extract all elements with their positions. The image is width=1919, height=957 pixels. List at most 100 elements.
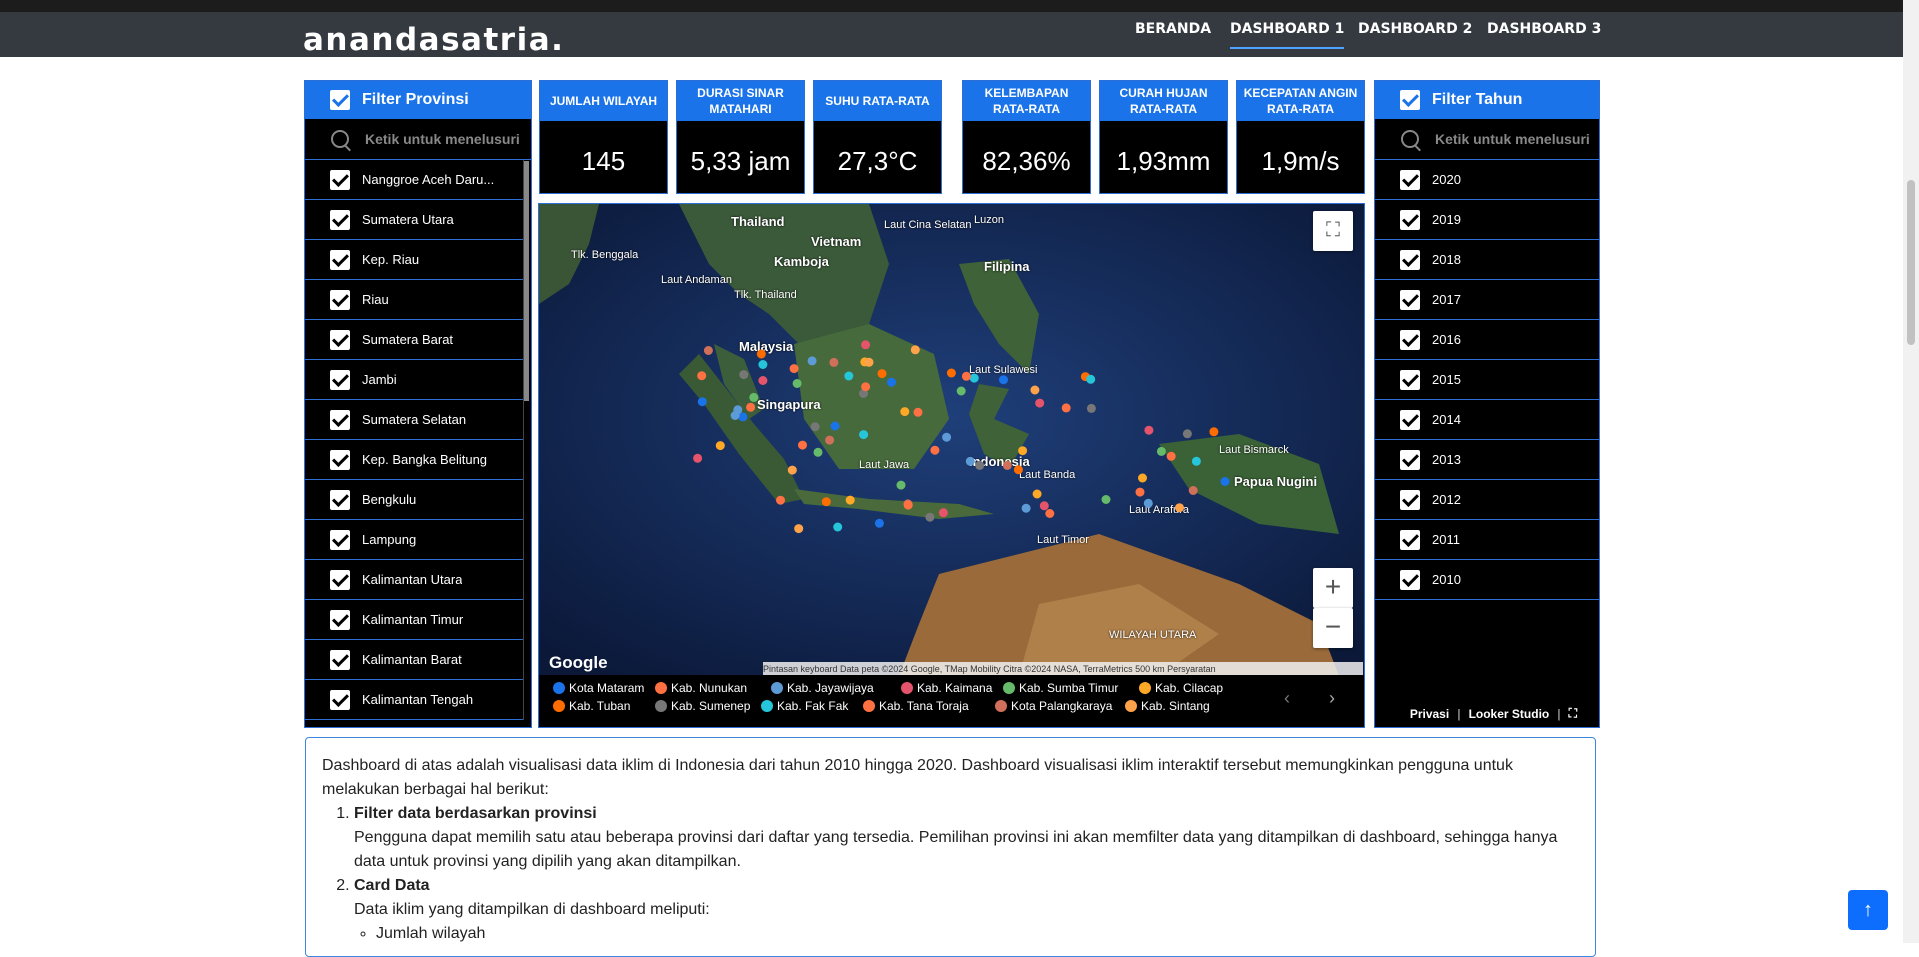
- provinsi-row[interactable]: Lampung: [305, 520, 523, 560]
- list-scrollbar[interactable]: [524, 161, 529, 401]
- provinsi-row[interactable]: Kalimantan Barat: [305, 640, 523, 680]
- checkbox[interactable]: [330, 449, 350, 470]
- tahun-row[interactable]: 2012: [1375, 480, 1599, 520]
- tahun-row[interactable]: 2010: [1375, 560, 1599, 600]
- checkbox[interactable]: [330, 529, 350, 550]
- tahun-row[interactable]: 2019: [1375, 200, 1599, 240]
- checkbox[interactable]: [1400, 169, 1420, 190]
- provinsi-row[interactable]: Bengkulu: [305, 480, 523, 520]
- brand-logo[interactable]: anandasatria.: [303, 22, 564, 58]
- map-marker: [730, 411, 740, 420]
- search-icon: [331, 130, 349, 148]
- legend-prev-icon[interactable]: ‹: [1284, 688, 1290, 709]
- provinsi-list[interactable]: Nanggroe Aceh Daru... Sumatera Utara Kep. …: [305, 160, 524, 720]
- checkbox[interactable]: [1400, 329, 1420, 350]
- checkbox[interactable]: [330, 689, 350, 710]
- nav-beranda[interactable]: BERANDA: [1135, 21, 1211, 37]
- checkbox[interactable]: [330, 169, 350, 190]
- legend-item[interactable]: Kab. Sumenep: [655, 699, 750, 713]
- filter-provinsi-header[interactable]: Filter Provinsi: [305, 81, 531, 119]
- tahun-list[interactable]: 2020 2019 2018 2017 2016 2015 2014 2013 2012 2011…: [1375, 160, 1599, 600]
- provinsi-row[interactable]: Jambi: [305, 360, 523, 400]
- page-scrollbar[interactable]: [1903, 0, 1919, 943]
- checkbox[interactable]: [330, 209, 350, 230]
- filter-tahun-search[interactable]: Ketik untuk menelusuri: [1375, 119, 1599, 160]
- legend-label: Kota Mataram: [569, 681, 645, 695]
- checkbox[interactable]: [330, 249, 350, 270]
- legend-item[interactable]: Kab. Sintang: [1125, 699, 1210, 713]
- tahun-row[interactable]: 2016: [1375, 320, 1599, 360]
- map-attribution[interactable]: Pintasan keyboard Data peta ©2024 Google…: [763, 662, 1363, 676]
- legend-item[interactable]: Kab. Fak Fak: [761, 699, 848, 713]
- provinsi-row[interactable]: Sumatera Barat: [305, 320, 523, 360]
- filter-tahun-header[interactable]: Filter Tahun: [1375, 81, 1599, 119]
- checkbox[interactable]: [1400, 489, 1420, 510]
- map-marker: [1101, 495, 1111, 504]
- filter-provinsi-search[interactable]: Ketik untuk menelusuri: [305, 119, 531, 160]
- checkbox[interactable]: [330, 609, 350, 630]
- checkbox[interactable]: [1400, 409, 1420, 430]
- legend-item[interactable]: Kab. Tuban: [553, 699, 630, 713]
- map-view[interactable]: Thailand Vietnam Kamboja Laut Cina Selatan T…: [538, 203, 1365, 677]
- tahun-row[interactable]: 2013: [1375, 440, 1599, 480]
- provinsi-row[interactable]: Riau: [305, 280, 523, 320]
- checkbox[interactable]: [1400, 209, 1420, 230]
- checkbox[interactable]: [1400, 249, 1420, 270]
- provinsi-row[interactable]: Sumatera Utara: [305, 200, 523, 240]
- checkbox[interactable]: [330, 329, 350, 350]
- tahun-row[interactable]: 2018: [1375, 240, 1599, 280]
- zoom-out-button[interactable]: −: [1313, 608, 1353, 648]
- map-marker: [1166, 451, 1176, 461]
- nav-dashboard-3[interactable]: DASHBOARD 3: [1487, 21, 1601, 37]
- provinsi-row[interactable]: Kep. Riau: [305, 240, 523, 280]
- back-to-top-button[interactable]: ↑: [1848, 890, 1888, 930]
- checkbox[interactable]: [1400, 289, 1420, 310]
- legend-item[interactable]: Kab. Kaimana: [901, 681, 992, 695]
- legend-item[interactable]: Kab. Cilacap: [1139, 681, 1223, 695]
- provinsi-row[interactable]: Kalimantan Utara: [305, 560, 523, 600]
- checkbox[interactable]: [1400, 569, 1420, 590]
- looker-studio-link[interactable]: Looker Studio: [1469, 707, 1550, 721]
- select-all-checkbox[interactable]: [1400, 90, 1420, 110]
- checkbox[interactable]: [330, 649, 350, 670]
- tahun-row[interactable]: 2011: [1375, 520, 1599, 560]
- checkbox[interactable]: [1400, 449, 1420, 470]
- legend-item[interactable]: Kab. Nunukan: [655, 681, 747, 695]
- tahun-row[interactable]: 2020: [1375, 160, 1599, 200]
- provinsi-row[interactable]: Kalimantan Tengah: [305, 680, 523, 720]
- card-suhu-rata-rata: SUHU RATA-RATA 27,3°C: [813, 80, 942, 194]
- legend-item[interactable]: Kab. Jayawijaya: [771, 681, 874, 695]
- nav-dashboard-1[interactable]: DASHBOARD 1: [1230, 21, 1345, 49]
- provinsi-label: Kalimantan Timur: [362, 612, 464, 627]
- checkbox[interactable]: [1400, 529, 1420, 550]
- provinsi-row[interactable]: Kalimantan Timur: [305, 600, 523, 640]
- checkbox[interactable]: [330, 369, 350, 390]
- legend-item[interactable]: Kab. Tana Toraja: [863, 699, 969, 713]
- feature-item: Filter data berdasarkan provinsi Penggun…: [354, 802, 1579, 874]
- checkbox[interactable]: [330, 409, 350, 430]
- provinsi-row[interactable]: Nanggroe Aceh Daru...: [305, 160, 523, 200]
- checkbox[interactable]: [330, 289, 350, 310]
- legend-item[interactable]: Kota Mataram: [553, 681, 644, 695]
- legend-item[interactable]: Kota Palangkaraya: [995, 699, 1112, 713]
- tahun-row[interactable]: 2014: [1375, 400, 1599, 440]
- feature-item: Card Data Data iklim yang ditampilkan di…: [354, 874, 1579, 946]
- page-scrollbar-thumb[interactable]: [1907, 180, 1915, 345]
- provinsi-row[interactable]: Sumatera Selatan: [305, 400, 523, 440]
- checkbox[interactable]: [330, 569, 350, 590]
- select-all-checkbox[interactable]: [330, 90, 350, 110]
- provinsi-label: Kalimantan Utara: [362, 572, 463, 587]
- checkbox[interactable]: [1400, 369, 1420, 390]
- checkbox[interactable]: [330, 489, 350, 510]
- legend-item[interactable]: Kab. Sumba Timur: [1003, 681, 1118, 695]
- tahun-row[interactable]: 2015: [1375, 360, 1599, 400]
- privacy-link[interactable]: Privasi: [1410, 707, 1449, 721]
- tahun-row[interactable]: 2017: [1375, 280, 1599, 320]
- map-markers[interactable]: [539, 204, 1364, 676]
- expand-icon[interactable]: ⛶: [1569, 706, 1577, 721]
- nav-dashboard-2[interactable]: DASHBOARD 2: [1358, 21, 1472, 37]
- zoom-in-button[interactable]: +: [1313, 568, 1353, 608]
- provinsi-row[interactable]: Kep. Bangka Belitung: [305, 440, 523, 480]
- fullscreen-icon[interactable]: ⛶: [1313, 211, 1353, 251]
- legend-next-icon[interactable]: ›: [1329, 688, 1335, 709]
